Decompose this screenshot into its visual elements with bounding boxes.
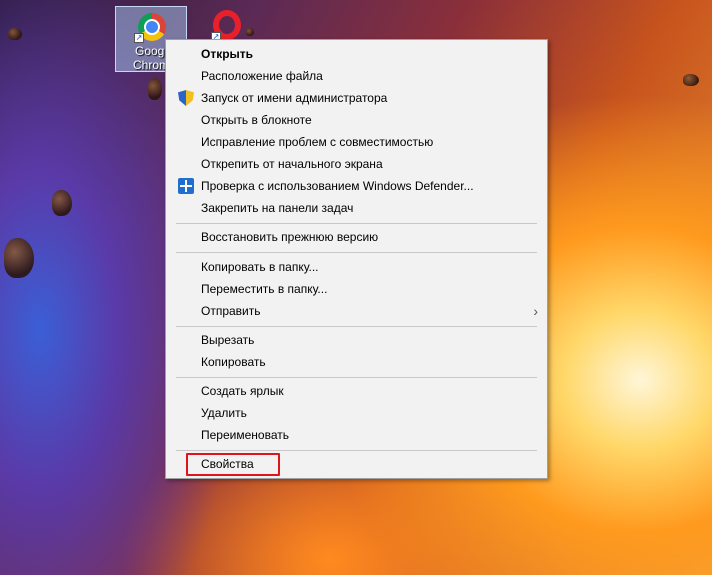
menu-item-copy[interactable]: Копировать bbox=[167, 351, 546, 373]
menu-item-pin-to-taskbar[interactable]: Закрепить на панели задач bbox=[167, 197, 546, 219]
uac-shield-icon bbox=[178, 90, 194, 106]
menu-item-label: Копировать в папку... bbox=[201, 260, 319, 274]
menu-item-label: Копировать bbox=[201, 355, 266, 369]
menu-separator bbox=[176, 326, 537, 327]
menu-item-label: Открыть bbox=[201, 47, 254, 61]
menu-item-label: Исправление проблем с совместимостью bbox=[201, 135, 434, 149]
menu-item-label: Открепить от начального экрана bbox=[201, 157, 383, 171]
menu-item-restore-previous-versions[interactable]: Восстановить прежнюю версию bbox=[167, 226, 546, 248]
menu-separator bbox=[176, 223, 537, 224]
menu-item-label: Удалить bbox=[201, 406, 247, 420]
menu-item-troubleshoot-compatibility[interactable]: Исправление проблем с совместимостью bbox=[167, 131, 546, 153]
menu-item-label: Переименовать bbox=[201, 428, 289, 442]
menu-item-label: Создать ярлык bbox=[201, 384, 284, 398]
menu-item-scan-defender[interactable]: Проверка с использованием Windows Defend… bbox=[167, 175, 546, 197]
menu-item-cut[interactable]: Вырезать bbox=[167, 329, 546, 351]
menu-item-delete[interactable]: Удалить bbox=[167, 402, 546, 424]
menu-item-label: Вырезать bbox=[201, 333, 255, 347]
wallpaper-rock bbox=[683, 74, 699, 86]
windows-defender-icon bbox=[178, 178, 194, 194]
menu-item-rename[interactable]: Переименовать bbox=[167, 424, 546, 446]
shortcut-arrow-icon: ↗ bbox=[134, 33, 144, 43]
wallpaper-rock bbox=[148, 78, 162, 100]
menu-item-file-location[interactable]: Расположение файла bbox=[167, 65, 546, 87]
menu-item-label: Расположение файла bbox=[201, 69, 323, 83]
wallpaper-rock bbox=[4, 238, 34, 278]
context-menu: Открыть Расположение файла Запуск от име… bbox=[165, 39, 548, 479]
menu-item-label: Закрепить на панели задач bbox=[201, 201, 354, 215]
menu-item-open-in-notepad[interactable]: Открыть в блокноте bbox=[167, 109, 546, 131]
menu-separator bbox=[176, 377, 537, 378]
menu-item-label: Запуск от имени администратора bbox=[201, 91, 388, 105]
menu-item-open[interactable]: Открыть bbox=[167, 43, 546, 65]
menu-item-label: Переместить в папку... bbox=[201, 282, 328, 296]
menu-item-move-to-folder[interactable]: Переместить в папку... bbox=[167, 278, 546, 300]
menu-item-label: Отправить bbox=[201, 304, 261, 318]
chevron-right-icon: › bbox=[533, 303, 538, 319]
properties-highlight-box bbox=[186, 453, 280, 476]
menu-separator bbox=[176, 450, 537, 451]
menu-item-label: Проверка с использованием Windows Defend… bbox=[201, 179, 474, 193]
menu-separator bbox=[176, 252, 537, 253]
menu-item-label: Открыть в блокноте bbox=[201, 113, 312, 127]
menu-item-unpin-from-start[interactable]: Открепить от начального экрана bbox=[167, 153, 546, 175]
wallpaper-rock bbox=[52, 190, 72, 216]
menu-item-send-to[interactable]: Отправить › bbox=[167, 300, 546, 322]
menu-item-create-shortcut[interactable]: Создать ярлык bbox=[167, 380, 546, 402]
menu-item-label: Восстановить прежнюю версию bbox=[201, 230, 379, 244]
menu-item-run-as-admin[interactable]: Запуск от имени администратора bbox=[167, 87, 546, 109]
wallpaper-rock bbox=[8, 28, 22, 40]
menu-item-copy-to-folder[interactable]: Копировать в папку... bbox=[167, 256, 546, 278]
